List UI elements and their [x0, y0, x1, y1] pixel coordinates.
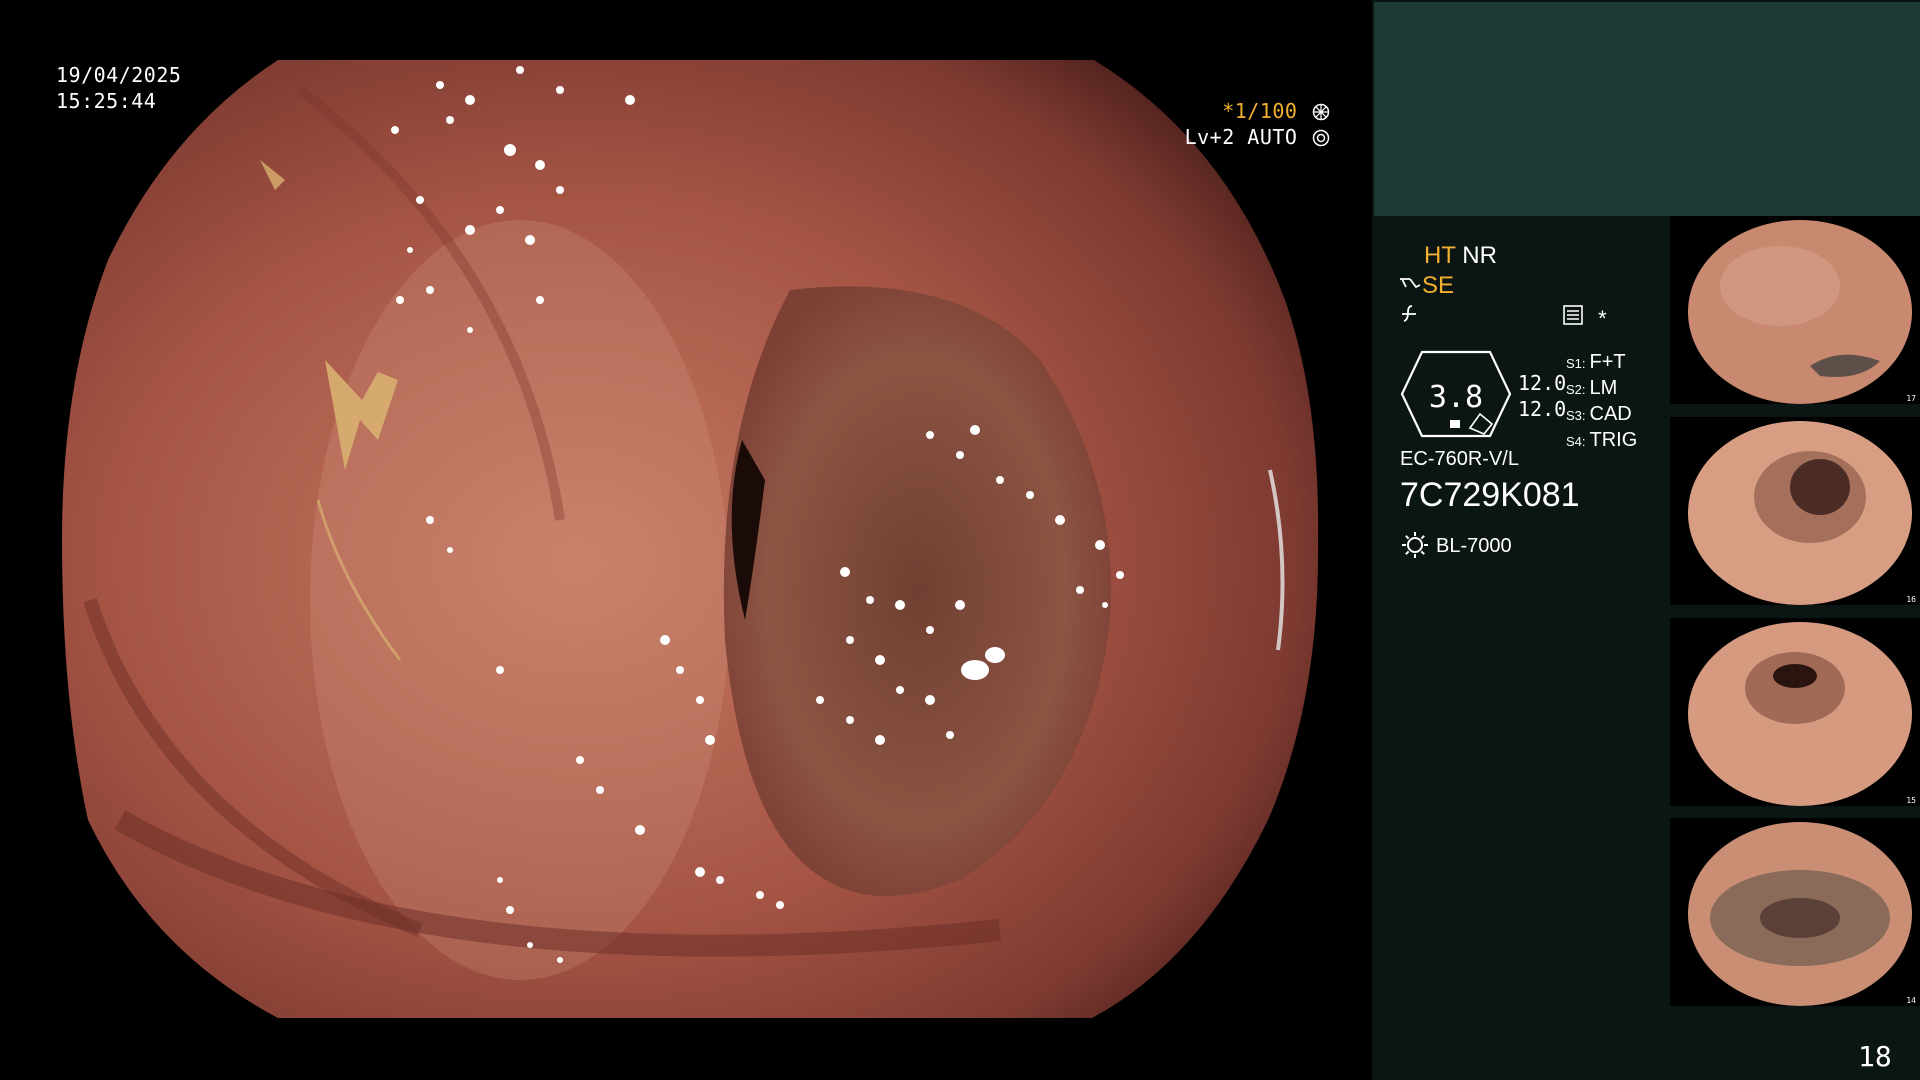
- star-indicator: *: [1598, 306, 1607, 331]
- thumbnail-image: [1688, 220, 1912, 404]
- exposure-readout: *1/100 Lv+2 AUTO: [1185, 98, 1330, 150]
- switch-value: TRIG: [1589, 429, 1638, 451]
- structure-enhance-icon: [1400, 278, 1421, 289]
- iris-level: Lv+2 AUTO: [1184, 125, 1298, 149]
- shutter-speed: 1/100: [1234, 99, 1298, 123]
- thumbnail-image: [1688, 822, 1912, 1006]
- info-header-panel: [1374, 2, 1920, 216]
- menu-icon: [1563, 305, 1583, 325]
- aperture-icon: [1312, 103, 1330, 121]
- se-label: SE: [1422, 272, 1455, 299]
- time-text: 15:25:44: [56, 89, 157, 113]
- mode-icons: *: [1562, 304, 1607, 332]
- switch-key: S4:: [1566, 434, 1586, 449]
- switch-row: S2: LM: [1566, 376, 1637, 402]
- scope-serial: 7C729K081: [1400, 476, 1580, 514]
- colon-mucosa-image: [62, 60, 1319, 1018]
- light-source-row: BL-7000: [1400, 530, 1512, 560]
- switch-row: S4: TRIG: [1566, 428, 1637, 454]
- light-source-label: BL-7000: [1436, 535, 1512, 557]
- se-row: SE: [1398, 272, 1454, 300]
- ht-nr-row: HT NR: [1424, 242, 1497, 270]
- filter-row: [1398, 302, 1420, 331]
- gauge-value: 3.8: [1428, 380, 1484, 415]
- switch-row: S3: CAD: [1566, 402, 1637, 428]
- thumbnail-index: 16: [1906, 595, 1916, 604]
- ht-label: HT: [1424, 242, 1456, 269]
- gauge-side-value-2: 12.0: [1518, 397, 1567, 421]
- switch-value: F+T: [1589, 351, 1626, 373]
- switch-row: S1: F+T: [1566, 350, 1637, 376]
- capture-thumbnail[interactable]: 17: [1670, 216, 1920, 404]
- switch-value: LM: [1589, 377, 1618, 399]
- date-time-readout: 19/04/2025 15:25:44: [56, 62, 181, 114]
- light-source-icon: [1402, 532, 1428, 558]
- exposure-prefix: *: [1222, 99, 1235, 123]
- scope-switch-assignments: S1: F+T S2: LM S3: CAD S4: TRIG: [1566, 350, 1637, 454]
- page-number: 18: [1858, 1040, 1892, 1073]
- switch-value: CAD: [1589, 403, 1632, 425]
- capture-thumbnail[interactable]: 15: [1670, 618, 1920, 806]
- thumbnail-image: [1688, 622, 1912, 806]
- gauge-side-value-1: 12.0: [1518, 371, 1567, 395]
- date-text: 19/04/2025: [56, 63, 182, 87]
- thumbnail-image: [1688, 421, 1912, 605]
- filter-icon: [1402, 305, 1416, 322]
- gauge-side-values: 12.0 12.0: [1518, 370, 1566, 422]
- nr-label: NR: [1462, 242, 1497, 269]
- endoscope-live-view: 19/04/2025 15:25:44 *1/100 Lv+2 AUTO: [0, 0, 1372, 1080]
- auto-iris-icon: [1312, 129, 1330, 147]
- switch-key: S1:: [1566, 356, 1586, 371]
- thumbnail-index: 17: [1906, 394, 1916, 403]
- switch-key: S2:: [1566, 382, 1586, 397]
- thumbnail-index: 14: [1906, 996, 1916, 1005]
- thumbnail-index: 15: [1906, 796, 1916, 805]
- capture-thumbnail[interactable]: 16: [1670, 417, 1920, 605]
- capture-thumbnail[interactable]: 14: [1670, 818, 1920, 1006]
- scope-model: EC-760R-V/L: [1400, 448, 1519, 470]
- switch-key: S3:: [1566, 408, 1586, 423]
